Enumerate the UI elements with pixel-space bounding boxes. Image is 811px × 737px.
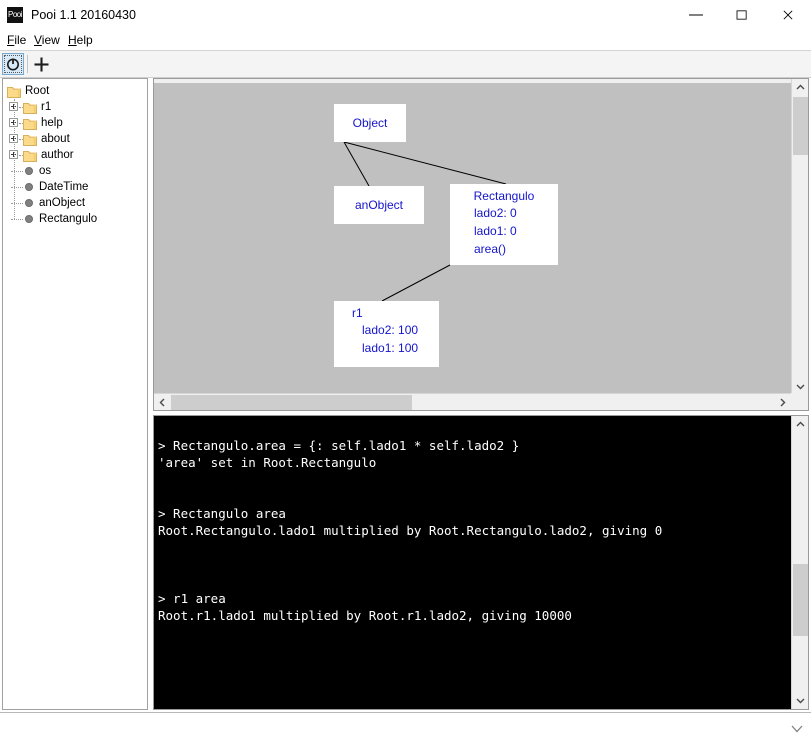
chevron-up-icon [796,421,805,427]
diagram-scroll-left-button[interactable] [154,394,171,410]
power-icon [7,58,19,71]
diagram-node-title: r1 [352,306,363,320]
diagram-node-title: Object [352,116,388,130]
chevron-down-icon [796,698,805,704]
app-icon: Pooi [7,7,23,23]
menu-help-mnemonic: H [68,33,77,47]
menu-file-rest: ile [14,33,27,47]
diagram-node-anObject[interactable]: anObject [334,186,424,224]
toolbar-divider [27,55,28,73]
console-scroll-up-button[interactable] [792,416,808,433]
console-scroll-down-button[interactable] [792,692,808,709]
diagram-scroll-up-button[interactable] [792,79,808,96]
tree-item-root[interactable] [3,83,147,99]
tree-item-author[interactable] [3,147,147,163]
diagram-horizontal-scrollbar[interactable] [154,393,791,410]
diagram-node-attribute: lado2: 100 [362,323,419,337]
title-bar: Pooi Pooi 1.1 20160430 [0,0,811,30]
diagram-node-attribute: area() [474,242,507,256]
menu-item-help[interactable]: Help [66,32,95,48]
diagram-node-title: Rectangulo [473,189,535,203]
tree-item-rectangulo[interactable] [3,211,147,227]
plus-icon [34,57,49,72]
application-window: Pooi Pooi 1.1 20160430 File View Help Ro… [0,0,811,737]
tree-item-anobject[interactable] [3,195,147,211]
chevron-down-icon [796,384,805,390]
diagram-horizontal-scroll-thumb[interactable] [171,395,412,410]
chevron-right-icon [780,398,786,407]
tree-item-datetime[interactable] [3,179,147,195]
diagram-edge [343,141,370,187]
close-button[interactable] [765,0,811,30]
tree-item-about[interactable] [3,131,147,147]
diagram-node-r1[interactable]: r1 lado2: 100 lado1: 100 [334,301,439,367]
diagram-vertical-scrollbar[interactable] [791,79,808,395]
window-title: Pooi 1.1 20160430 [31,8,136,22]
menu-item-file[interactable]: File [5,32,28,48]
diagram-edge [381,264,451,302]
chevron-left-icon [159,398,165,407]
console-output: > Rectangulo.area = {: self.lado1 * self… [158,438,663,623]
bottom-expand-button[interactable] [791,721,803,733]
diagram-node-title: anObject [354,198,404,212]
diagram-node-attribute: lado1: 100 [362,341,419,355]
menu-view-mnemonic: V [34,33,42,47]
diagram-panel[interactable]: Object anObject Rectangulo lado2: 0 lado1: 0… [153,78,809,411]
power-toggle-button[interactable] [2,53,24,75]
menu-view-rest: iew [41,33,60,47]
toolbar [0,51,811,78]
diagram-node-attribute: lado2: 0 [474,206,517,220]
console-vertical-scrollbar[interactable] [791,416,808,709]
tree-trunk [14,99,15,219]
maximize-icon [736,10,747,20]
console-vertical-scroll-thumb[interactable] [793,564,808,636]
tree-item-os[interactable] [3,163,147,179]
chevron-down-icon [791,725,803,733]
minimize-button[interactable] [673,0,719,30]
diagram-canvas[interactable]: Object anObject Rectangulo lado2: 0 lado1: 0… [154,79,792,393]
bottom-status-bar [0,712,811,737]
diagram-vertical-scroll-thumb[interactable] [793,97,808,155]
minimize-icon [689,14,703,16]
tree-item-help[interactable] [3,115,147,131]
diagram-node-rectangulo[interactable]: Rectangulo lado2: 0 lado1: 0 area() [450,184,558,265]
menu-bar: File View Help [0,30,811,50]
close-icon [783,10,793,20]
diagram-node-object[interactable]: Object [334,104,406,142]
console-panel[interactable]: > Rectangulo.area = {: self.lado1 * self… [153,415,809,710]
menu-item-view[interactable]: View [32,32,62,48]
diagram-edge [343,141,507,185]
diagram-scroll-right-button[interactable] [774,394,791,410]
menu-help-rest: elp [76,33,93,47]
diagram-scrollbar-corner [791,393,808,410]
diagram-top-strip [154,79,792,83]
object-tree-panel[interactable]: Root r1 help about author os DateTime anObject R… [2,78,148,710]
maximize-button[interactable] [719,0,765,30]
chevron-up-icon [796,84,805,90]
diagram-node-attribute: lado1: 0 [474,224,517,238]
add-object-button[interactable] [30,53,54,75]
tree-item-r1[interactable] [3,99,147,115]
